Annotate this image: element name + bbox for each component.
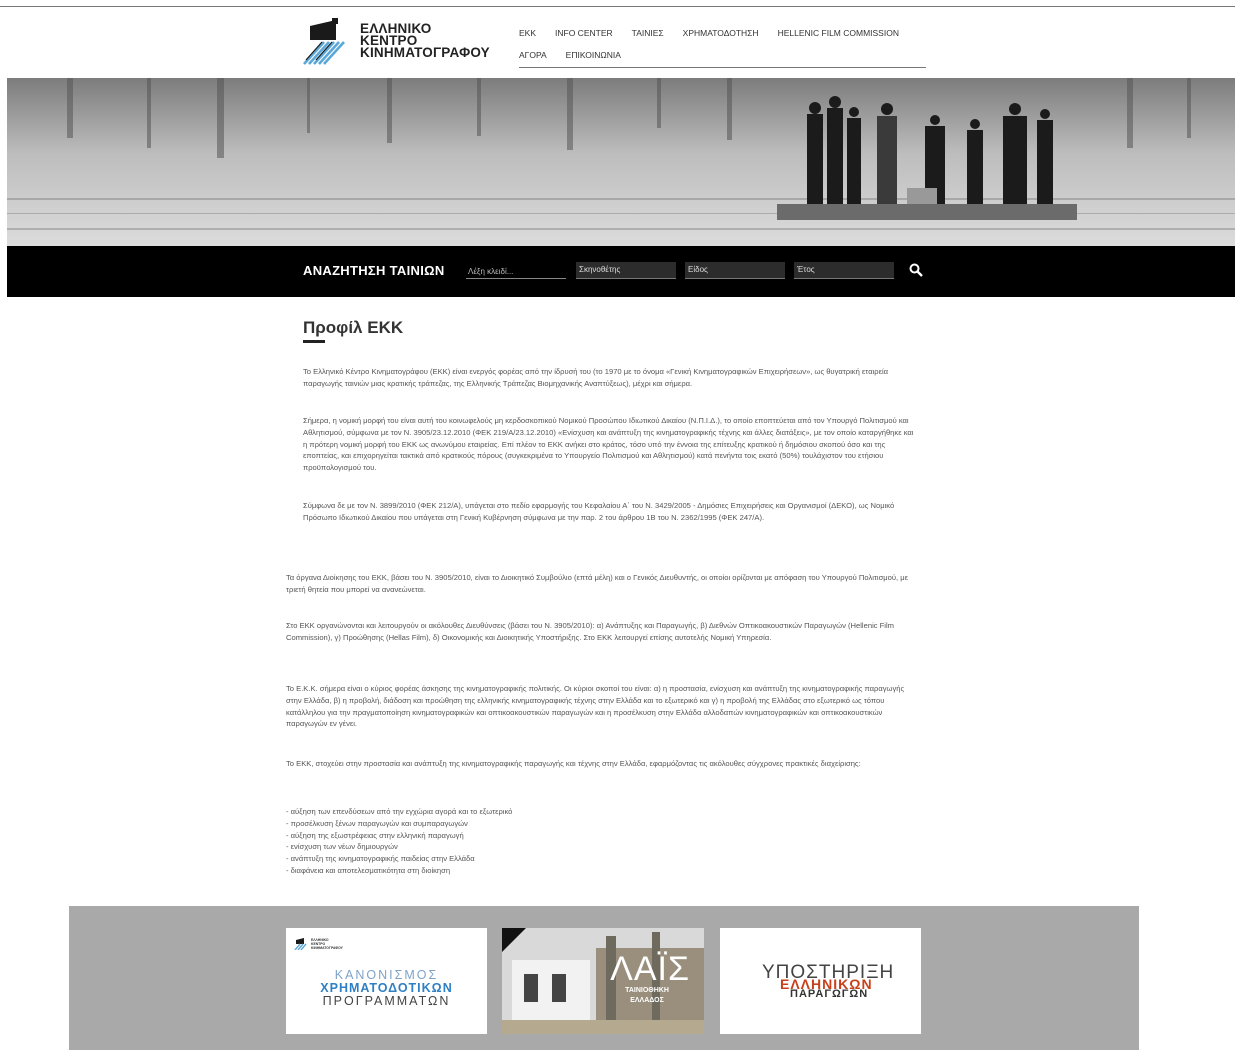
paragraph: Το Ελληνικό Κέντρο Κινηματογράφου (ΕΚΚ) … [303,367,889,388]
keyword-input[interactable] [466,262,566,279]
list-item: - διαφάνεια και αποτελεσματικότητα στη δ… [286,865,451,875]
nav-item-market[interactable]: ΑΓΟΡΑ [519,50,547,60]
genre-select[interactable]: Είδος [685,262,785,279]
list-item: - ανάπτυξη της κινηματογραφικής παιδείας… [286,854,475,864]
nav-item-contact[interactable]: ΕΠΙΚΟΙΝΩΝΙΑ [566,50,621,60]
title-underline [303,340,325,343]
search-icon[interactable] [909,263,925,279]
banner-title: ΛΑΪΣ [610,950,690,988]
banner-line: ΠΡΟΓΡΑΜΜΑΤΩΝ [322,994,451,1008]
footer: ΕΛΛΗΝΙΚΟ ΚΕΝΤΡΟ ΚΙΝΗΜΑΤΟΓΡΑΦΟΥ ΚΑΝΟΝΙΣΜΟ… [69,906,1139,1050]
film-search-bar: ΑΝΑΖΗΤΗΣΗ ΤΑΙΝΙΩΝ Σκηνοθέτης Είδος Έτος [7,246,1235,297]
logo-mark-icon [302,16,352,66]
site-logo[interactable]: ΕΛΛΗΝΙΚΟ ΚΕΝΤΡΟ ΚΙΝΗΜΑΤΟΓΡΑΦΟΥ [302,16,490,66]
banner-line: ΧΡΗΜΑΤΟΔΟΤΙΚΩΝ [320,981,453,995]
paragraph: Το ΕΚΚ, στοχεύει στην προστασία και ανάπ… [286,759,861,768]
banner-logo: ΕΛΛΗΝΙΚΟ ΚΕΝΤΡΟ ΚΙΝΗΜΑΤΟΓΡΑΦΟΥ [294,938,343,950]
banner-support-greek-productions[interactable]: ΥΠΟΣΤΗΡΙΞΗ ΕΛΛΗΝΙΚΩΝ ΠΑΡΑΓΩΓΩΝ [720,928,921,1034]
page-title-bold: ΕΚΚ [367,318,404,337]
banner-line: ΠΑΡΑΓΩΓΩΝ [790,988,869,1000]
nav-item-funding[interactable]: ΧΡΗΜΑΤΟΔΟΤΗΣΗ [683,28,759,38]
page-title-prefix: Προφίλ [303,318,363,337]
page-title: Προφίλ ΕΚΚ [303,318,403,338]
paragraph: Στο ΕΚΚ οργανώνονται και λειτουργούν οι … [286,621,895,642]
nav-item-film-commission[interactable]: HELLENIC FILM COMMISSION [778,28,899,38]
banner-subtitle: ΤΑΙΝΙΟΘΗΚΗ ΕΛΛΑΔΟΣ [606,986,688,1006]
nav-divider [519,67,926,68]
banner-subtitle-line: ΕΛΛΑΔΟΣ [630,997,664,1004]
nav-item-info-center[interactable]: INFO CENTER [555,28,613,38]
logo-text: ΕΛΛΗΝΙΚΟ ΚΕΝΤΡΟ ΚΙΝΗΜΑΤΟΓΡΑΦΟΥ [360,22,490,60]
year-select[interactable]: Έτος [794,262,894,279]
top-rule [0,6,1235,7]
paragraph: Τα όργανα Διοίκησης του ΕΚΚ, βάσει του Ν… [286,573,909,594]
list-item: - ενίσχυση των νέων δημιουργών [286,842,398,852]
nav-row: ΑΓΟΡΑ ΕΠΙΚΟΙΝΩΝΙΑ [519,44,926,66]
search-title: ΑΝΑΖΗΤΗΣΗ ΤΑΙΝΙΩΝ [303,263,445,278]
main-nav: ΕΚΚ INFO CENTER ΤΑΙΝΙΕΣ ΧΡΗΜΑΤΟΔΟΤΗΣΗ HE… [519,22,926,66]
list-item: - προσέλκυση ξένων παραγωγών και συμπαρα… [286,818,468,828]
hero-image [7,78,1235,246]
director-select[interactable]: Σκηνοθέτης [576,262,676,279]
practices-list: - αύξηση των επενδύσεων από την εγχώρια … [286,806,512,877]
paragraph: Σήμερα, η νομική μορφή του είναι αυτή το… [303,416,914,473]
banner-greek-film-archive[interactable]: ΛΑΪΣ ΤΑΙΝΙΟΘΗΚΗ ΕΛΛΑΔΟΣ [502,928,704,1034]
logo-mark-icon [294,938,307,950]
list-item: - αύξηση των επενδύσεων από την εγχώρια … [286,807,513,816]
logo-line: ΚΙΝΗΜΑΤΟΓΡΑΦΟΥ [360,45,490,60]
paragraph: Το Ε.Κ.Κ. σήμερα είναι ο κύριος φορέας ά… [286,684,905,729]
banner-logo-line: ΚΙΝΗΜΑΤΟΓΡΑΦΟΥ [311,946,343,950]
banner-line: ΚΑΝΟΝΙΣΜΟΣ [334,968,439,982]
list-item: - αύξηση της εξωστρέφειας στην ελληνική … [286,830,464,840]
banner-funding-regulation[interactable]: ΕΛΛΗΝΙΚΟ ΚΕΝΤΡΟ ΚΙΝΗΜΑΤΟΓΡΑΦΟΥ ΚΑΝΟΝΙΣΜΟ… [286,928,487,1034]
nav-item-ekk[interactable]: ΕΚΚ [519,28,536,38]
nav-item-films[interactable]: ΤΑΙΝΙΕΣ [632,28,664,38]
nav-row: ΕΚΚ INFO CENTER ΤΑΙΝΙΕΣ ΧΡΗΜΑΤΟΔΟΤΗΣΗ HE… [519,22,926,44]
banner-subtitle-line: ΤΑΙΝΙΟΘΗΚΗ [625,987,669,994]
paragraph: Σύμφωνα δε με τον Ν. 3899/2010 (ΦΕΚ 212/… [303,501,895,522]
